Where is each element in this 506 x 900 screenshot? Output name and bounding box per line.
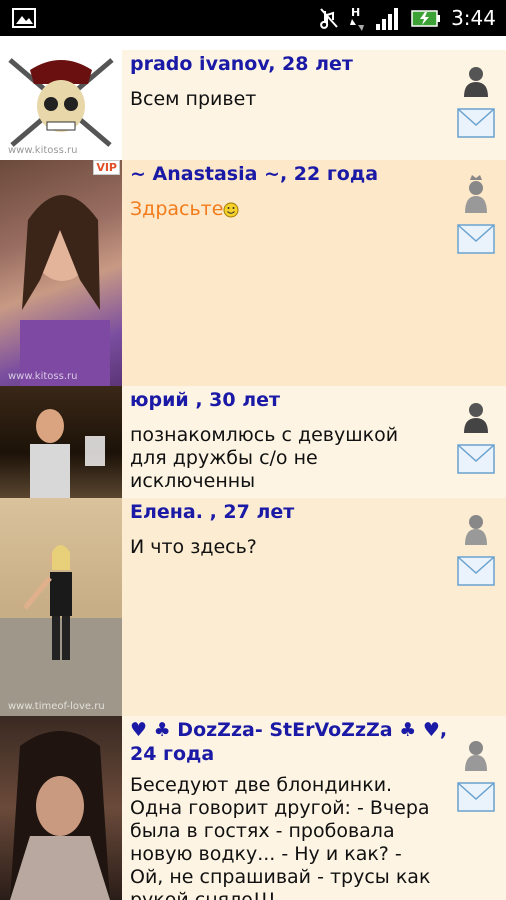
send-message-icon[interactable] (457, 224, 495, 254)
user-name[interactable]: юрий , 30 лет (130, 388, 500, 412)
avatar[interactable] (0, 716, 122, 900)
send-message-icon[interactable] (457, 782, 495, 812)
pirate-skull-image (8, 58, 114, 147)
actions (456, 738, 496, 812)
list-item[interactable]: юрий , 30 лет познакомлюсь с девушкой дл… (0, 386, 506, 498)
list-item-content: ♥ ♣ DozZza- StErVoZzZa ♣ ♥, 24 года Бесе… (122, 716, 506, 900)
spacer (0, 36, 506, 50)
user-list[interactable]: www.kitoss.ru prado ivanov, 28 лет Всем … (0, 50, 506, 900)
actions (456, 174, 496, 254)
profile-female-icon[interactable] (462, 738, 490, 772)
user-name[interactable]: prado ivanov, 28 лет (130, 52, 500, 76)
status-text: Здрасьте (130, 198, 224, 220)
list-item-content: Елена. , 27 лет И что здесь? (122, 498, 506, 716)
list-item-content: юрий , 30 лет познакомлюсь с девушкой дл… (122, 386, 506, 498)
smile-emoticon-icon (223, 202, 239, 218)
clock: 3:44 (451, 6, 496, 30)
status-bar: H 3:44 (0, 0, 506, 36)
actions (456, 512, 496, 586)
user-name[interactable]: ♥ ♣ DozZza- StErVoZzZa ♣ ♥, 24 года (130, 718, 500, 766)
user-status-message: Здрасьте (130, 198, 500, 221)
profile-female-icon[interactable] (462, 512, 490, 546)
list-item[interactable]: www.timeof-love.ru Елена. , 27 лет И что… (0, 498, 506, 716)
watermark: www.kitoss.ru (8, 371, 78, 382)
user-status-message: Беседуют две блондинки. Одна говорит дру… (130, 774, 431, 900)
woman-portrait-image (10, 731, 110, 900)
actions (456, 64, 496, 138)
user-name[interactable]: ~ Anastasia ~, 22 года (130, 162, 500, 186)
avatar[interactable]: VIP www.kitoss.ru (0, 160, 122, 386)
send-message-icon[interactable] (457, 108, 495, 138)
battery-icon (411, 10, 441, 27)
woman-on-stairs-image (0, 545, 122, 716)
man-photo-image (30, 409, 105, 498)
list-item[interactable]: www.kitoss.ru prado ivanov, 28 лет Всем … (0, 50, 506, 160)
user-name[interactable]: Елена. , 27 лет (130, 500, 500, 524)
gallery-icon (12, 8, 36, 28)
user-status-message: Всем привет (130, 88, 257, 110)
svg-text:H: H (351, 6, 360, 19)
list-item[interactable]: ♥ ♣ DozZza- StErVoZzZa ♣ ♥, 24 года Бесе… (0, 716, 506, 900)
actions (456, 400, 496, 474)
profile-male-icon[interactable] (462, 64, 490, 98)
vip-badge: VIP (93, 160, 120, 175)
avatar[interactable]: www.kitoss.ru (0, 50, 122, 160)
watermark: www.kitoss.ru (8, 145, 78, 156)
profile-female-crown-icon[interactable] (462, 174, 490, 214)
profile-male-icon[interactable] (462, 400, 490, 434)
mute-icon (320, 8, 338, 29)
signal-icon (376, 8, 399, 30)
user-status-message: познакомлюсь с девушкой для дружбы с/о н… (130, 424, 399, 492)
data-transfer-icon: H (350, 6, 365, 31)
list-item-content: ~ Anastasia ~, 22 года Здрасьте (122, 160, 506, 386)
list-item-content: prado ivanov, 28 лет Всем привет (122, 50, 506, 160)
user-status-message: И что здесь? (130, 536, 257, 558)
send-message-icon[interactable] (457, 556, 495, 586)
avatar[interactable] (0, 386, 122, 498)
woman-portrait-image (20, 195, 110, 386)
avatar[interactable]: www.timeof-love.ru (0, 498, 122, 716)
watermark: www.timeof-love.ru (8, 701, 105, 712)
list-item[interactable]: VIP www.kitoss.ru ~ Anastasia ~, 22 года… (0, 160, 506, 386)
send-message-icon[interactable] (457, 444, 495, 474)
